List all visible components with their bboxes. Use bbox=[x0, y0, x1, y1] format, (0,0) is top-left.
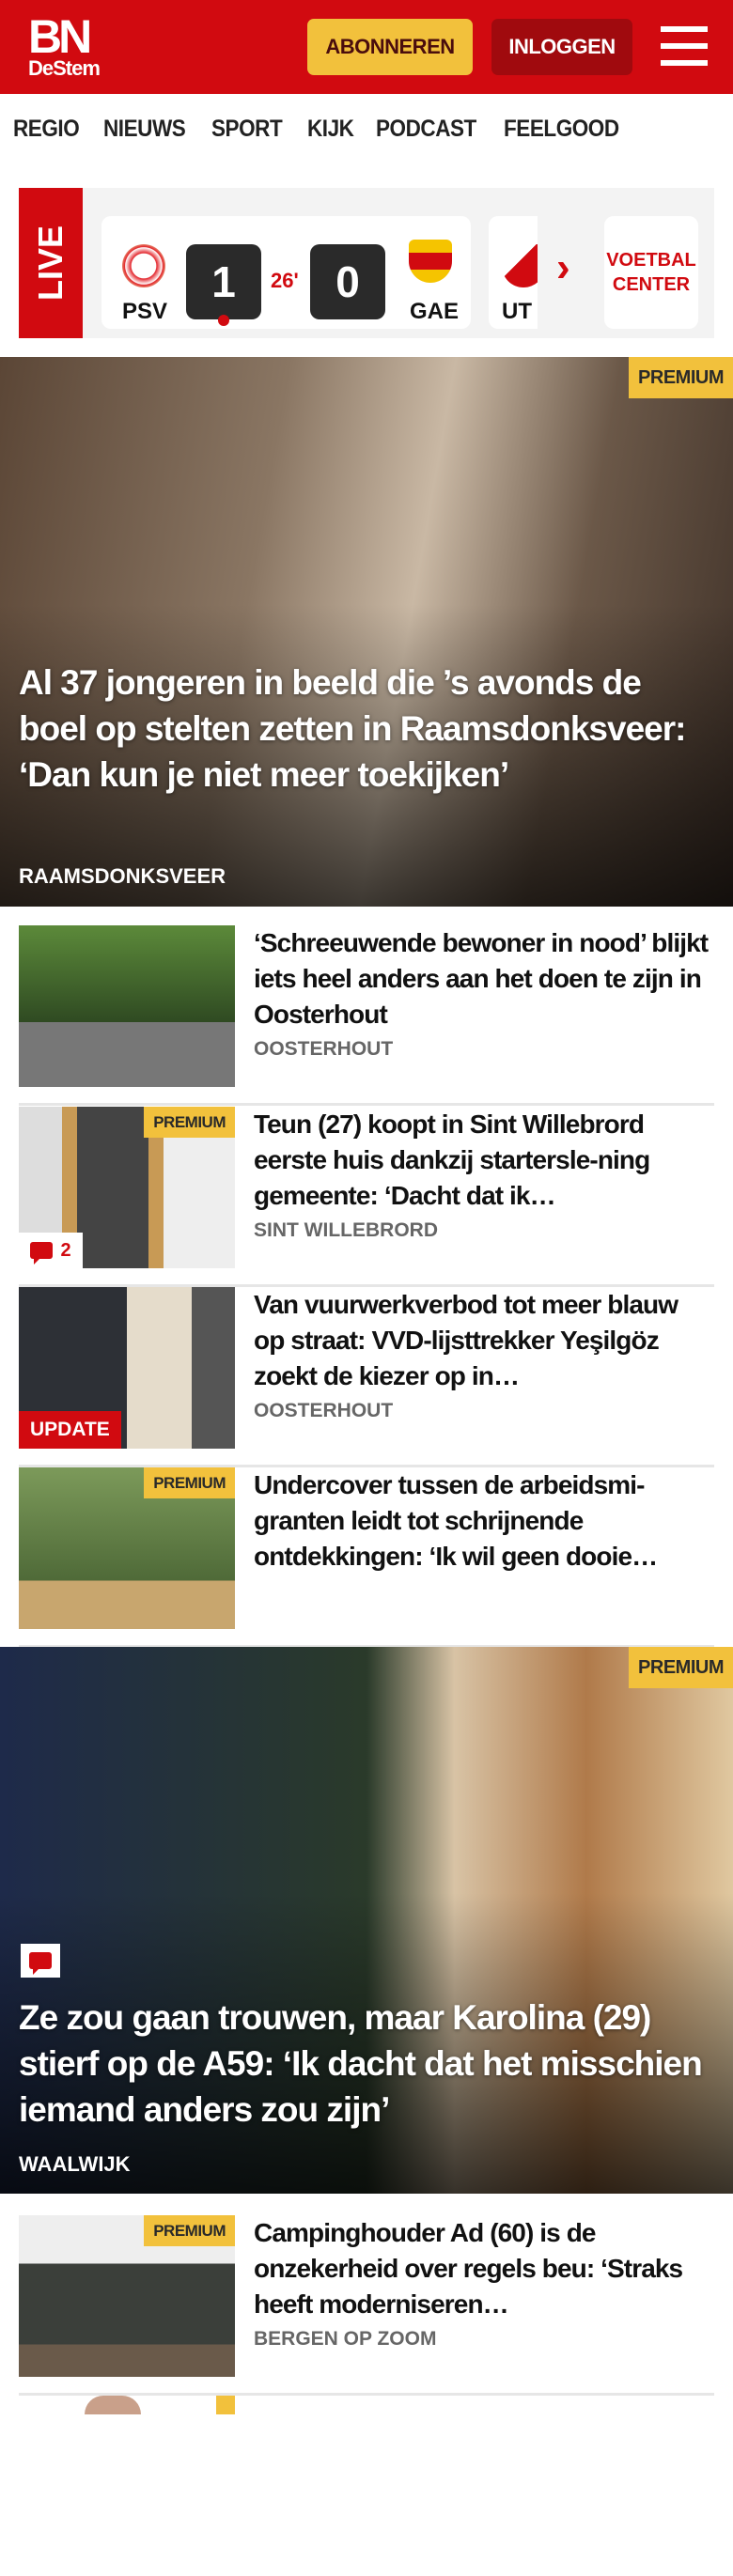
hero-title[interactable]: Al 37 jongeren in beeld die ’s avonds de… bbox=[19, 660, 714, 798]
match-card[interactable]: PSV 1 26' 0 GAE bbox=[101, 216, 471, 329]
update-tag: UPDATE bbox=[19, 1411, 121, 1449]
voetbal-center-link[interactable]: VOETBAL CENTER bbox=[604, 216, 698, 329]
article-thumbnail bbox=[19, 2396, 235, 2557]
premium-badge: PREMIUM bbox=[144, 1467, 235, 1498]
article-title[interactable]: Teun (27) koopt in Sint Willebrord eerst… bbox=[254, 1107, 714, 1214]
premium-badge: PREMIUM bbox=[144, 1107, 235, 1138]
home-score: 1 bbox=[186, 244, 261, 319]
article-title[interactable]: Campinghouder Ad (60) is de onzekerheid … bbox=[254, 2215, 714, 2322]
away-team: GAE bbox=[410, 299, 460, 324]
gae-crest-icon bbox=[409, 240, 452, 283]
article-item[interactable]: ‘Schreeuwende bewoner in nood’ blijkt ie… bbox=[19, 925, 714, 1106]
live-scores: LIVE PSV 1 26' 0 GAE UT › VOETBAL CENTER bbox=[19, 188, 714, 338]
menu-icon[interactable] bbox=[661, 26, 708, 66]
comment-icon[interactable] bbox=[21, 1944, 60, 1978]
article-thumbnail: PREMIUM 2 bbox=[19, 1107, 235, 1268]
goal-dot-icon bbox=[218, 315, 229, 326]
logo-subtext: DeStem bbox=[28, 56, 101, 80]
nav-feelgood[interactable]: FEELGOOD bbox=[504, 116, 619, 143]
article-location: OOSTERHOUT bbox=[254, 1038, 394, 1060]
home-team: PSV bbox=[122, 299, 168, 324]
match-minute: 26' bbox=[271, 269, 299, 292]
article-item[interactable]: PREMIUM Undercover tussen de arbeidsmi-g… bbox=[19, 1467, 714, 1648]
nav-nieuws[interactable]: NIEUWS bbox=[103, 116, 186, 143]
premium-badge: PREMIUM bbox=[629, 357, 733, 398]
article-location: BERGEN OP ZOOM bbox=[254, 2328, 437, 2350]
article-title[interactable]: ‘Schreeuwende bewoner in nood’ blijkt ie… bbox=[254, 925, 714, 1032]
article-item[interactable]: PREMIUM 2 Teun (27) koopt in Sint Willeb… bbox=[19, 1107, 714, 1287]
main-nav: REGIO NIEUWS SPORT KIJK PODCAST FEELGOOD bbox=[0, 94, 733, 164]
comment-count[interactable]: 2 bbox=[19, 1233, 83, 1268]
next-team: UT bbox=[502, 299, 532, 324]
nav-sport[interactable]: SPORT bbox=[211, 116, 283, 143]
premium-badge bbox=[216, 2396, 235, 2414]
comment-icon bbox=[30, 1242, 54, 1265]
article-location: OOSTERHOUT bbox=[254, 1400, 394, 1421]
chevron-right-icon[interactable]: › bbox=[556, 244, 570, 291]
article-thumbnail: PREMIUM bbox=[19, 2215, 235, 2377]
nav-kijk[interactable]: KIJK bbox=[307, 116, 354, 143]
article-title[interactable]: Undercover tussen de arbeidsmi-granten l… bbox=[254, 1467, 714, 1575]
hero-location: WAALWIJK bbox=[19, 2152, 131, 2176]
hero-location: RAAMSDONKSVEER bbox=[19, 864, 226, 888]
nav-podcast[interactable]: PODCAST bbox=[376, 116, 476, 143]
article-item[interactable]: UPDATE Van vuurwerkverbod tot meer blauw… bbox=[19, 1287, 714, 1467]
nav-regio[interactable]: REGIO bbox=[13, 116, 80, 143]
logo-text: BN bbox=[28, 10, 92, 63]
site-header: BN DeStem ABONNEREN INLOGGEN bbox=[0, 0, 733, 94]
psv-crest-icon bbox=[122, 244, 165, 287]
article-thumbnail bbox=[19, 925, 235, 1087]
login-button[interactable]: INLOGGEN bbox=[491, 19, 632, 75]
logo[interactable]: BN DeStem bbox=[28, 10, 101, 80]
hero-title[interactable]: Ze zou gaan trouwen, maar Karolina (29) … bbox=[19, 1994, 714, 2133]
live-label: LIVE bbox=[19, 188, 83, 338]
hero-article[interactable]: PREMIUM Al 37 jongeren in beeld die ’s a… bbox=[0, 357, 733, 907]
article-thumbnail: PREMIUM bbox=[19, 1467, 235, 1629]
hero-article[interactable]: PREMIUM Ze zou gaan trouwen, maar Karoli… bbox=[0, 1647, 733, 2194]
article-item[interactable]: PREMIUM Campinghouder Ad (60) is de onze… bbox=[19, 2215, 714, 2396]
premium-badge: PREMIUM bbox=[144, 2215, 235, 2246]
away-score: 0 bbox=[310, 244, 385, 319]
utrecht-crest-icon bbox=[502, 244, 538, 287]
article-location: SINT WILLEBRORD bbox=[254, 1219, 438, 1241]
article-thumbnail: UPDATE bbox=[19, 1287, 235, 1449]
premium-badge: PREMIUM bbox=[629, 1647, 733, 1688]
subscribe-button[interactable]: ABONNEREN bbox=[307, 19, 473, 75]
article-title[interactable]: Van vuurwerkverbod tot meer blauw op str… bbox=[254, 1287, 714, 1394]
next-match-card[interactable]: UT bbox=[489, 216, 538, 329]
article-item-partial[interactable] bbox=[19, 2396, 714, 2576]
